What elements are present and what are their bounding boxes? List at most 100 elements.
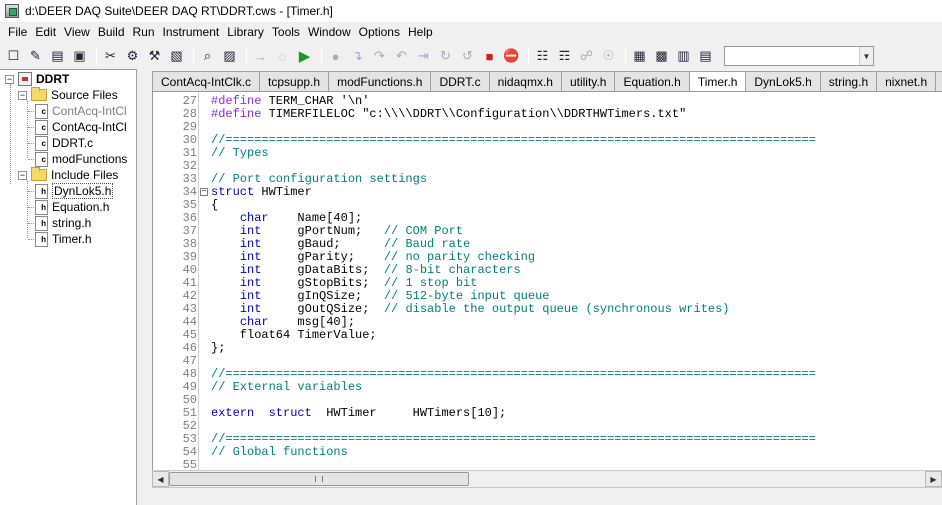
continue-icon[interactable]: ↻ bbox=[436, 47, 455, 66]
tree-file-item[interactable]: c modFunctions bbox=[35, 151, 127, 167]
collapse-icon[interactable]: − bbox=[5, 74, 14, 84]
tree-file-item[interactable]: h Equation.h bbox=[35, 199, 109, 215]
tab-equation-h[interactable]: Equation.h bbox=[614, 71, 690, 91]
code-editor[interactable]: 27 #define TERM_CHAR '\n' 28 #define TIMERF… bbox=[152, 92, 942, 470]
code-line: 46}; bbox=[153, 342, 942, 355]
link-icon[interactable]: ☍ bbox=[577, 47, 596, 66]
header-file-icon: h bbox=[35, 199, 48, 215]
menu-window[interactable]: Window bbox=[304, 25, 355, 39]
go-icon[interactable]: ● bbox=[326, 47, 345, 66]
step-over-icon[interactable]: ↷ bbox=[370, 47, 389, 66]
scroll-right-icon[interactable]: ▶ bbox=[925, 471, 942, 487]
code-token: float64 TimerValue; bbox=[211, 328, 377, 342]
tree-file-item[interactable]: h string.h bbox=[35, 215, 91, 231]
menu-library[interactable]: Library bbox=[223, 25, 268, 39]
tree-file-item[interactable]: h Timer.h bbox=[35, 231, 92, 247]
toolbar-separator bbox=[246, 46, 247, 66]
build-icon[interactable]: ⚙ bbox=[123, 47, 142, 66]
code-token: Name[40]; bbox=[268, 211, 363, 225]
menu-tools[interactable]: Tools bbox=[268, 25, 304, 39]
tree-icon[interactable]: ☶ bbox=[555, 47, 574, 66]
code-text: // External variables bbox=[211, 381, 362, 394]
menu-edit[interactable]: Edit bbox=[31, 25, 60, 39]
tree-file-item[interactable]: c DDRT.c bbox=[35, 135, 93, 151]
tree-file-item[interactable]: c ContAcq-IntCl bbox=[35, 103, 127, 119]
tab-dynlok5-h[interactable]: DynLok5.h bbox=[745, 71, 821, 91]
tab-nidaqmx-h[interactable]: nidaqmx.h bbox=[488, 71, 562, 91]
folder-icon bbox=[31, 87, 47, 101]
step-out-icon[interactable]: ↶ bbox=[392, 47, 411, 66]
cut-icon[interactable]: ✂ bbox=[101, 47, 120, 66]
menu-view[interactable]: View bbox=[60, 25, 94, 39]
collapse-icon[interactable]: − bbox=[18, 90, 27, 100]
tree-file-item[interactable]: c ContAcq-IntCl bbox=[35, 119, 127, 135]
code-token: #define bbox=[211, 107, 269, 121]
chevron-down-icon[interactable]: ▼ bbox=[859, 47, 873, 65]
code-text: // Types bbox=[211, 147, 269, 160]
report-icon[interactable]: ▤ bbox=[696, 47, 715, 66]
toolbar-combobox[interactable]: ▼ bbox=[724, 46, 874, 66]
menu-help[interactable]: Help bbox=[404, 25, 437, 39]
scroll-left-icon[interactable]: ◀ bbox=[152, 471, 169, 487]
hierarchy-icon[interactable]: ☷ bbox=[533, 47, 552, 66]
tree-folder-label: Source Files bbox=[51, 88, 118, 102]
tab-string-h[interactable]: string.h bbox=[819, 71, 878, 91]
panel-icon[interactable]: ▦ bbox=[630, 47, 649, 66]
menu-instrument[interactable]: Instrument bbox=[159, 25, 224, 39]
tree-folder-source[interactable]: − Source Files bbox=[18, 87, 118, 103]
tree-project[interactable]: − DDRT bbox=[5, 71, 69, 87]
tab-nixnet-h[interactable]: nixnet.h bbox=[876, 71, 937, 91]
menu-options[interactable]: Options bbox=[355, 25, 404, 39]
table-icon[interactable]: ▥ bbox=[674, 47, 693, 66]
terminate-icon[interactable]: ⛔ bbox=[502, 47, 521, 66]
app-icon[interactable] bbox=[5, 4, 19, 18]
breakpoint-toggle-icon[interactable]: ◌ bbox=[273, 47, 292, 66]
open-folder-icon[interactable]: ▤ bbox=[48, 47, 67, 66]
horizontal-scrollbar[interactable]: ◀ ▶ bbox=[152, 470, 942, 487]
new-file-icon[interactable]: ☐ bbox=[4, 47, 23, 66]
watch-icon[interactable]: ☉ bbox=[599, 47, 618, 66]
stop-icon[interactable]: ■ bbox=[480, 47, 499, 66]
tab-tcpsupp-h[interactable]: tcpsupp.h bbox=[259, 71, 330, 91]
code-token: // disable the output queue (synchronous… bbox=[383, 302, 730, 316]
finish-icon[interactable]: ↺ bbox=[458, 47, 477, 66]
step-into-icon[interactable]: ↴ bbox=[348, 47, 367, 66]
c-file-icon: c bbox=[35, 151, 48, 167]
code-token: gPortNum; bbox=[261, 224, 384, 238]
menu-build[interactable]: Build bbox=[94, 25, 129, 39]
code-token: // Global functions bbox=[211, 445, 348, 459]
tab-modfunctions-h[interactable]: modFunctions.h bbox=[328, 71, 432, 91]
fold-toggle-icon[interactable]: − bbox=[200, 188, 208, 196]
save-icon[interactable]: ▣ bbox=[70, 47, 89, 66]
find-icon[interactable]: ⌕ bbox=[198, 47, 217, 66]
run-icon[interactable]: ▶ bbox=[295, 47, 314, 66]
tab-ddrt-c[interactable]: DDRT.c bbox=[430, 71, 490, 91]
tree-file-label: modFunctions bbox=[52, 152, 128, 166]
tree-file-label: DDRT.c bbox=[52, 136, 94, 150]
tab-utility-h[interactable]: utility.h bbox=[560, 71, 616, 91]
tab-contacq-intclk-c[interactable]: ContAcq-IntClk.c bbox=[152, 71, 261, 91]
code-line: 51 extern struct HWTimer HWTimers[10]; bbox=[153, 407, 942, 420]
tree-file-item[interactable]: h DynLok5.h bbox=[35, 183, 114, 199]
menu-file[interactable]: File bbox=[4, 25, 31, 39]
tab-toolbox-h[interactable]: toolbox.h bbox=[935, 71, 942, 91]
scrollbar-thumb[interactable] bbox=[169, 472, 469, 486]
step-icon[interactable]: → bbox=[251, 47, 270, 66]
menu-run[interactable]: Run bbox=[129, 25, 159, 39]
code-token: int bbox=[239, 250, 262, 264]
edit-icon[interactable]: ✎ bbox=[26, 47, 45, 66]
code-token: //======================================… bbox=[211, 432, 816, 446]
chart-icon[interactable]: ▩ bbox=[652, 47, 671, 66]
code-token: HWTimer HWTimers[10]; bbox=[326, 406, 507, 420]
tab-timer-h[interactable]: Timer.h bbox=[688, 71, 747, 91]
c-file-icon: c bbox=[35, 135, 48, 151]
debug-icon[interactable]: ⚒ bbox=[145, 47, 164, 66]
run-to-cursor-icon[interactable]: ⇥ bbox=[414, 47, 433, 66]
code-text: }; bbox=[211, 342, 225, 355]
tree-folder-include[interactable]: − Include Files bbox=[18, 167, 118, 183]
collapse-icon[interactable]: − bbox=[18, 170, 27, 180]
browse-icon[interactable]: ▧ bbox=[167, 47, 186, 66]
replace-icon[interactable]: ▨ bbox=[220, 47, 239, 66]
